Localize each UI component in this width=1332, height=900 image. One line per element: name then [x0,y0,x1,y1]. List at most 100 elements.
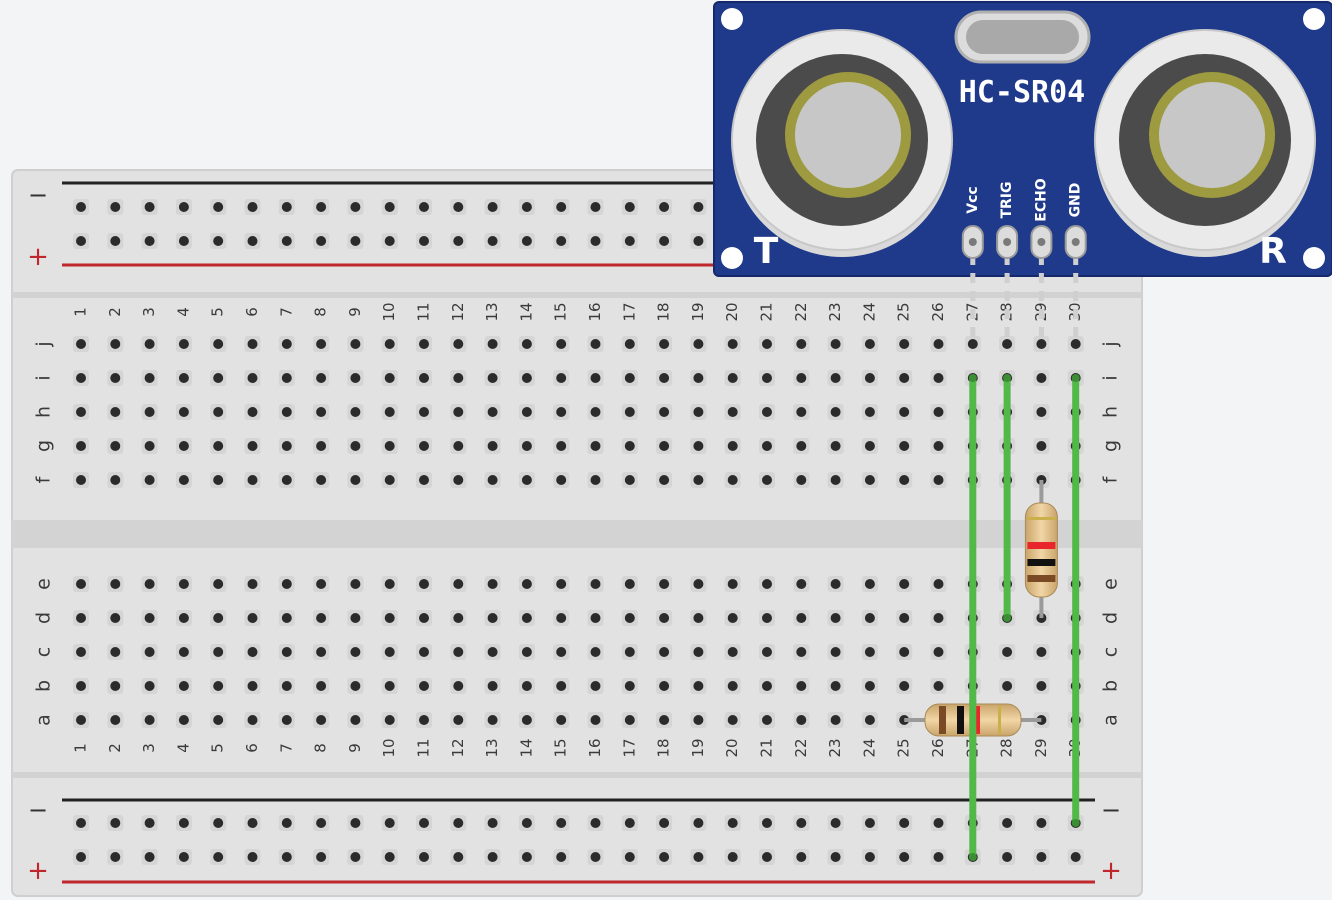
hole-contact [556,852,567,862]
hole-contact [384,202,395,212]
hole-contact [727,373,738,383]
hole-contact [933,647,944,657]
hole-contact [590,681,601,691]
hole-contact [453,441,464,451]
column-number: 15 [552,302,570,321]
hole-contact [144,441,155,451]
hole-contact [316,613,327,623]
column-number: 18 [655,738,673,757]
hole-contact [110,681,121,691]
hole-contact [521,715,532,725]
bottom-plus-symbol-right: + [1100,856,1122,886]
column-number: 13 [483,302,501,321]
row-letter: j [33,341,55,347]
hole-contact [281,613,292,623]
hole-contact [1002,681,1013,691]
hole-contact [76,647,86,657]
column-number: 1 [72,743,90,753]
row-letter: h [1100,406,1122,418]
hole-contact [487,202,498,212]
hole-contact [213,236,224,246]
column-number: 21 [758,738,776,757]
hole-contact [76,373,86,383]
hole-contact [144,681,155,691]
hole-contact [830,818,841,828]
hole-contact [247,407,258,417]
hole-contact [178,202,189,212]
hole-contact [830,579,841,589]
hole-contact [350,202,361,212]
sensor-pin-contact [1003,238,1012,246]
hole-contact [796,613,807,623]
hole-contact [727,613,738,623]
hole-contact [144,339,155,349]
column-number: 5 [209,307,227,317]
column-number: 7 [277,743,295,753]
hole-contact [247,339,258,349]
hole-contact [693,373,704,383]
hole-contact [624,202,635,212]
hole-contact [213,852,224,862]
hole-contact [247,818,258,828]
column-number: 29 [1032,738,1050,757]
hole-contact [247,715,258,725]
hole-contact [281,407,292,417]
row-letter: i [1100,375,1122,380]
hole-contact [864,579,875,589]
hole-contact [590,647,601,657]
hole-contact [76,613,86,623]
hole-contact [933,475,944,485]
column-number: 28 [998,738,1016,757]
hole-contact [384,373,395,383]
hole-contact [693,339,704,349]
column-number: 13 [483,738,501,757]
hole-contact [110,441,121,451]
hole-contact [350,681,361,691]
hole-contact [453,647,464,657]
hole-contact [76,441,86,451]
hole-contact [384,579,395,589]
hole-contact [316,818,327,828]
hole-contact [419,202,429,212]
hole-contact [281,715,292,725]
hole-contact [762,852,772,862]
hole-contact [144,613,155,623]
hole-contact [110,339,121,349]
hole-contact [659,236,670,246]
hole-contact [1070,852,1081,862]
hole-contact [281,475,292,485]
hole-contact [1036,852,1047,862]
hole-contact [899,681,910,691]
row-letter: g [1100,440,1122,452]
hole-contact [693,202,704,212]
hole-contact [899,407,910,417]
row-letter: a [33,714,55,726]
hole-contact [659,373,670,383]
hole-contact [76,202,86,212]
column-number: 8 [312,307,330,317]
row-letter: e [33,578,55,590]
column-number: 18 [655,302,673,321]
hole-contact [213,373,224,383]
hole-contact [899,373,910,383]
hole-contact [213,818,224,828]
hole-contact [864,407,875,417]
hole-contact [693,236,704,246]
wire-end [968,853,977,861]
hole-contact [659,852,670,862]
hole-contact [624,475,635,485]
hole-contact [899,579,910,589]
hole-contact [350,715,361,725]
hole-contact [453,715,464,725]
hole-contact [590,818,601,828]
hole-contact [213,647,224,657]
column-number: 10 [380,302,398,321]
hole-contact [384,441,395,451]
hole-contact [556,339,567,349]
hole-contact [830,475,841,485]
hole-contact [487,613,498,623]
hole-contact [453,475,464,485]
hole-contact [521,202,532,212]
hole-contact [213,339,224,349]
hole-contact [453,818,464,828]
